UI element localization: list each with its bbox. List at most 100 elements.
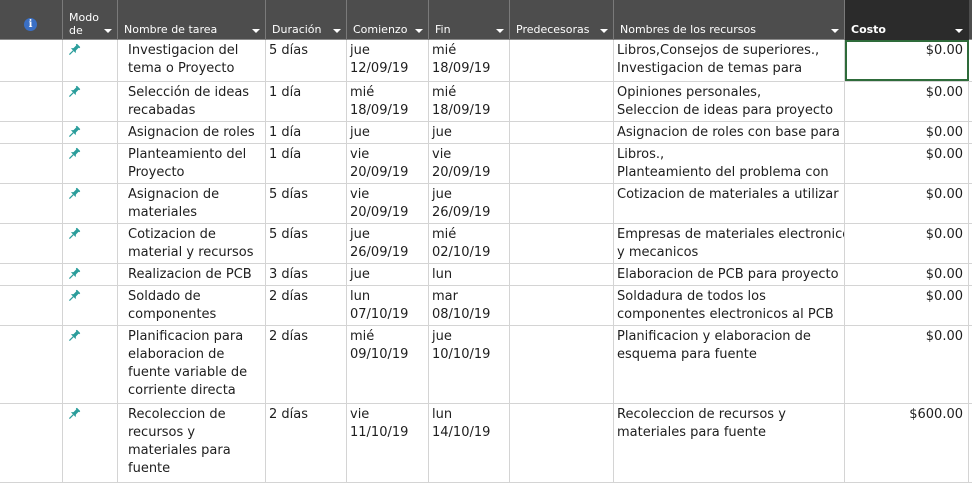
indicators-cell[interactable] (0, 326, 63, 403)
cost-cell[interactable]: $0.00 (845, 184, 969, 223)
finish-cell[interactable]: jue 19/09/19 (429, 122, 510, 143)
finish-cell[interactable]: jue 10/10/19 (429, 326, 510, 403)
table-row[interactable]: Asignacion de roles 1 día jue 19/09/19 jue … (0, 122, 972, 144)
finish-column-header[interactable]: Fin (429, 0, 510, 40)
resource-names-cell[interactable]: Empresas de materiales electronicos y me… (614, 224, 845, 263)
start-cell[interactable]: jue 26/09/19 (347, 224, 429, 263)
task-name-column-header[interactable]: Nombre de tarea (118, 0, 266, 40)
duration-cell[interactable]: 1 día (266, 144, 347, 183)
table-row[interactable]: Selección de ideas recabadas 1 día mié 18/… (0, 82, 972, 122)
task-mode-cell[interactable] (63, 144, 118, 183)
indicators-cell[interactable] (0, 404, 63, 482)
duration-cell[interactable]: 2 días (266, 286, 347, 325)
predecessors-cell[interactable] (510, 286, 614, 325)
predecessors-column-header[interactable]: Predecesoras (510, 0, 614, 40)
dropdown-arrow-icon[interactable] (104, 29, 112, 33)
start-cell[interactable]: vie 11/10/19 (347, 404, 429, 482)
dropdown-arrow-icon[interactable] (600, 29, 608, 33)
start-cell[interactable]: jue 03/10/19 (347, 264, 429, 285)
indicators-cell[interactable] (0, 264, 63, 285)
dropdown-arrow-icon[interactable] (496, 29, 504, 33)
task-mode-cell[interactable] (63, 326, 118, 403)
table-row[interactable]: Asignacion de materiales 5 días vie 20/09/… (0, 184, 972, 224)
task-name-cell[interactable]: Planteamiento del Proyecto (118, 144, 266, 183)
duration-cell[interactable]: 3 días (266, 264, 347, 285)
task-name-cell[interactable]: Realizacion de PCB (118, 264, 266, 285)
cost-cell[interactable]: $0.00 (845, 82, 969, 121)
predecessors-cell[interactable] (510, 144, 614, 183)
table-row[interactable]: Planificacion para elaboracion de fuente… (0, 326, 972, 404)
cost-cell[interactable]: $0.00 (845, 224, 969, 263)
cost-cell[interactable]: $0.00 (845, 40, 969, 81)
start-cell[interactable]: vie 20/09/19 (347, 144, 429, 183)
predecessors-cell[interactable] (510, 184, 614, 223)
dropdown-arrow-icon[interactable] (333, 29, 341, 33)
task-name-cell[interactable]: Asignacion de materiales (118, 184, 266, 223)
predecessors-cell[interactable] (510, 326, 614, 403)
table-row[interactable]: Recoleccion de recursos y materiales par… (0, 404, 972, 483)
task-mode-cell[interactable] (63, 122, 118, 143)
finish-cell[interactable]: vie 20/09/19 (429, 144, 510, 183)
resource-names-cell[interactable]: Soldadura de todos los componentes elect… (614, 286, 845, 325)
indicators-cell[interactable] (0, 184, 63, 223)
cost-column-header[interactable]: Costo (845, 0, 969, 40)
finish-cell[interactable]: mié 18/09/19 (429, 82, 510, 121)
indicators-cell[interactable] (0, 286, 63, 325)
table-row[interactable]: Soldado de componentes 2 días lun 07/10/19… (0, 286, 972, 326)
task-name-cell[interactable]: Planificacion para elaboracion de fuente… (118, 326, 266, 403)
finish-cell[interactable]: mar 08/10/19 (429, 286, 510, 325)
resource-names-cell[interactable]: Libros., Planteamiento del problema con (614, 144, 845, 183)
resource-names-column-header[interactable]: Nombres de los recursos (614, 0, 845, 40)
resource-names-cell[interactable]: Planificacion y elaboracion de esquema p… (614, 326, 845, 403)
predecessors-cell[interactable] (510, 40, 614, 81)
duration-cell[interactable]: 5 días (266, 184, 347, 223)
dropdown-arrow-icon[interactable] (252, 29, 260, 33)
task-name-cell[interactable]: Cotizacion de material y recursos (118, 224, 266, 263)
predecessors-cell[interactable] (510, 404, 614, 482)
duration-cell[interactable]: 2 días (266, 326, 347, 403)
resource-names-cell[interactable]: Opiniones personales, Seleccion de ideas… (614, 82, 845, 121)
cost-cell[interactable]: $600.00 (845, 404, 969, 482)
finish-cell[interactable]: lun 14/10/19 (429, 404, 510, 482)
task-name-cell[interactable]: Soldado de componentes (118, 286, 266, 325)
start-cell[interactable]: mié 09/10/19 (347, 326, 429, 403)
duration-cell[interactable]: 1 día (266, 82, 347, 121)
start-cell[interactable]: vie 20/09/19 (347, 184, 429, 223)
duration-cell[interactable]: 5 días (266, 40, 347, 81)
predecessors-cell[interactable] (510, 82, 614, 121)
resource-names-cell[interactable]: Recoleccion de recursos y materiales par… (614, 404, 845, 482)
cost-cell[interactable]: $0.00 (845, 122, 969, 143)
resource-names-cell[interactable]: Asignacion de roles con base para la e (614, 122, 845, 143)
task-mode-cell[interactable] (63, 224, 118, 263)
task-mode-cell[interactable] (63, 286, 118, 325)
resource-names-cell[interactable]: Cotizacion de materiales a utilizar (614, 184, 845, 223)
start-cell[interactable]: jue 12/09/19 (347, 40, 429, 81)
task-mode-cell[interactable] (63, 82, 118, 121)
cost-cell[interactable]: $0.00 (845, 144, 969, 183)
predecessors-cell[interactable] (510, 264, 614, 285)
finish-cell[interactable]: jue 26/09/19 (429, 184, 510, 223)
dropdown-arrow-icon[interactable] (955, 29, 963, 33)
finish-cell[interactable]: lun 07/10/19 (429, 264, 510, 285)
duration-cell[interactable]: 2 días (266, 404, 347, 482)
indicators-cell[interactable] (0, 224, 63, 263)
start-cell[interactable]: mié 18/09/19 (347, 82, 429, 121)
resource-names-cell[interactable]: Elaboracion de PCB para proyecto (614, 264, 845, 285)
table-row[interactable]: Realizacion de PCB 3 días jue 03/10/19 lun … (0, 264, 972, 286)
predecessors-cell[interactable] (510, 122, 614, 143)
finish-cell[interactable]: mié 02/10/19 (429, 224, 510, 263)
duration-column-header[interactable]: Duración (266, 0, 347, 40)
table-row[interactable]: Cotizacion de material y recursos 5 días j… (0, 224, 972, 264)
task-mode-cell[interactable] (63, 264, 118, 285)
finish-cell[interactable]: mié 18/09/19 (429, 40, 510, 81)
start-cell[interactable]: lun 07/10/19 (347, 286, 429, 325)
duration-cell[interactable]: 5 días (266, 224, 347, 263)
indicators-cell[interactable] (0, 144, 63, 183)
duration-cell[interactable]: 1 día (266, 122, 347, 143)
indicators-cell[interactable] (0, 122, 63, 143)
cost-cell[interactable]: $0.00 (845, 286, 969, 325)
indicators-cell[interactable] (0, 40, 63, 81)
task-mode-cell[interactable] (63, 404, 118, 482)
task-name-cell[interactable]: Asignacion de roles (118, 122, 266, 143)
start-column-header[interactable]: Comienzo (347, 0, 429, 40)
